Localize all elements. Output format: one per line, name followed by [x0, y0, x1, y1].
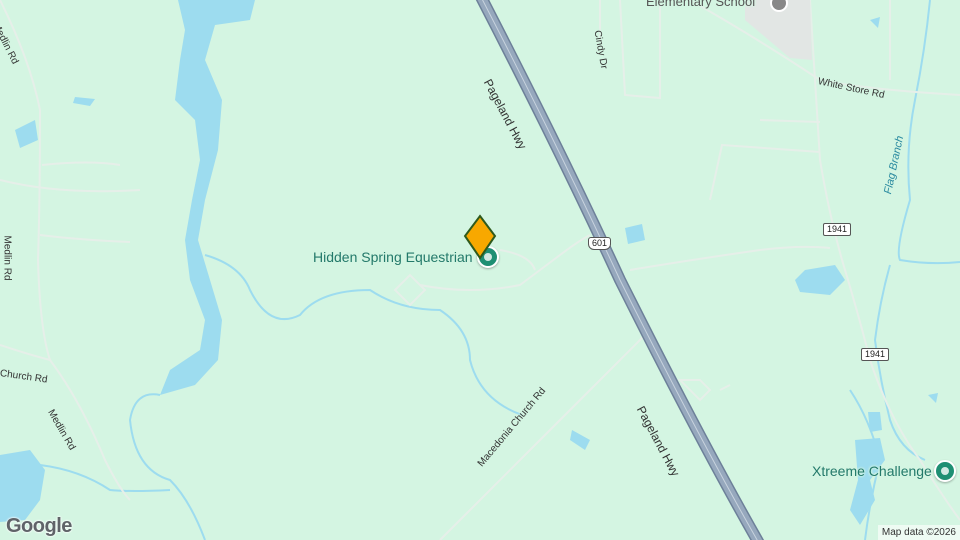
route-1941-shield-b: 1941: [861, 348, 890, 361]
elementary-school-label[interactable]: Elementary School: [646, 0, 755, 9]
xtreeme-challenge-poi-icon[interactable]: [934, 460, 956, 482]
route-1941-shield-a: 1941: [823, 223, 852, 236]
google-logo: Google: [6, 515, 72, 537]
selected-location-marker-icon[interactable]: [463, 214, 497, 260]
hidden-spring-label[interactable]: Hidden Spring Equestrian: [313, 249, 473, 265]
map-attribution[interactable]: Map data ©2026: [877, 525, 960, 540]
xtreeme-challenge-label[interactable]: Xtreeme Challenge: [812, 463, 932, 479]
map-canvas[interactable]: Pageland Hwy Pageland Hwy Medlin Rd Medl…: [0, 0, 960, 540]
us-601-shield: 601: [588, 237, 612, 250]
medlin-rd-label-2: Medlin Rd: [1, 235, 13, 281]
